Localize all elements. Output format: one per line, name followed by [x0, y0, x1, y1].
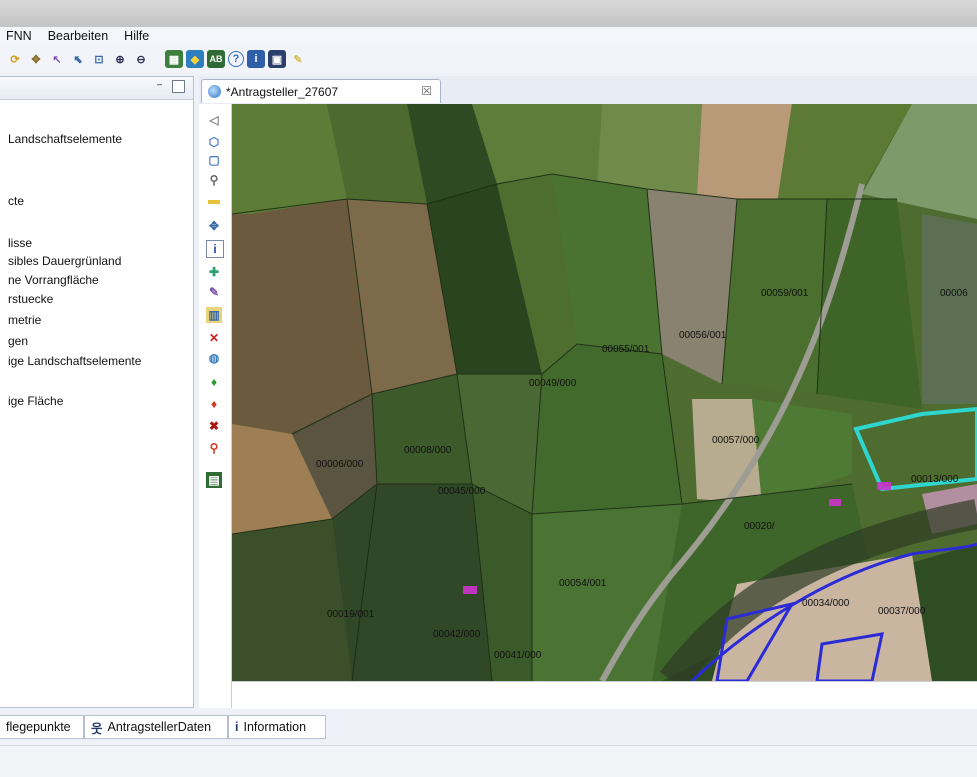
maximize-icon[interactable]	[172, 80, 185, 93]
zoom-in-icon[interactable]: ⊕	[111, 50, 129, 68]
map-view-icon[interactable]: ▦	[165, 50, 183, 68]
edit-feature-icon[interactable]: ✎	[206, 284, 222, 300]
delete-feature-icon[interactable]: ✕	[206, 330, 222, 346]
parcel-label: 00054/001	[559, 578, 607, 589]
menu-bar: FNN Bearbeiten Hilfe	[0, 27, 977, 45]
layer-icon[interactable]: ◆	[186, 50, 204, 68]
info-book-icon[interactable]: i	[247, 50, 265, 68]
info-icon: i	[235, 720, 239, 734]
parcel-label: 00059/001	[761, 288, 809, 299]
window-titlebar	[0, 0, 977, 27]
zoom-box-icon[interactable]: ⊡	[90, 50, 108, 68]
parcel-label: 00008/000	[404, 445, 452, 456]
parcel-label: 00013/000	[911, 474, 959, 485]
pointer-icon[interactable]: ↖	[48, 50, 66, 68]
tab-pflegepunkte[interactable]: flegepunkte	[0, 715, 84, 739]
menu-bearbeiten[interactable]: Bearbeiten	[48, 29, 108, 43]
tree-item[interactable]: cte	[8, 194, 24, 208]
main-toolbar: ⟳ ✥ ↖ ⬉ ⊡ ⊕ ⊖ ▦ ◆ AB ? i ▣ ✎	[0, 45, 977, 73]
minimize-icon[interactable]: –	[154, 80, 165, 91]
globe-tool-icon[interactable]: ◍	[206, 350, 222, 366]
menu-hilfe[interactable]: Hilfe	[124, 29, 149, 43]
parcel-label: 00041/000	[494, 650, 542, 661]
horizontal-scrollbar[interactable]	[232, 681, 977, 709]
menu-fnn[interactable]: FNN	[6, 29, 32, 43]
add-point-icon[interactable]: ♦	[206, 374, 222, 390]
tree-item[interactable]: gen	[8, 334, 28, 348]
refresh-icon[interactable]: ⟳	[6, 50, 24, 68]
editor-tab-bar: *Antragsteller_27607 ☒	[199, 76, 977, 105]
tab-antragsteller[interactable]: *Antragsteller_27607 ☒	[201, 79, 441, 103]
tree-item[interactable]: ne Vorrangfläche	[8, 273, 99, 287]
parcel-label: 00006	[940, 288, 968, 299]
split-icon[interactable]: ▥	[206, 307, 222, 323]
layer-tree: Landschaftselemente cte lisse sibles Dau…	[0, 100, 193, 408]
tab-title: *Antragsteller_27607	[226, 84, 339, 99]
tab-label: Information	[243, 720, 307, 734]
tab-label: AntragstellerDaten	[107, 720, 212, 734]
tab-label: flegepunkte	[6, 720, 71, 734]
parcel-label: 00019/001	[327, 609, 375, 620]
map-canvas[interactable]: 00059/001 00056/001 00055/001 00049/000 …	[232, 104, 977, 681]
zoom-out-icon[interactable]: ⊖	[132, 50, 150, 68]
parcel-label: 00045/000	[438, 486, 486, 497]
tree-item[interactable]: sibles Dauergrünland	[8, 254, 121, 268]
panel-header: –	[0, 77, 193, 100]
rectangle-select-icon[interactable]: ▢	[206, 152, 222, 168]
tree-item[interactable]: lisse	[8, 236, 32, 250]
polygon-icon[interactable]: ⬡	[206, 134, 222, 150]
marker-icon[interactable]: ⚲	[206, 440, 222, 456]
tree-item[interactable]: metrie	[8, 313, 41, 327]
map-tool-palette: ◁ ⬡ ▢ ⚲ ✥ i ✚ ✎ ▥ ✕ ◍ ♦ ♦ ✖ ⚲ ▤	[199, 104, 232, 708]
parcel-label: 00056/001	[679, 330, 727, 341]
globe-icon	[208, 85, 221, 98]
tree-item[interactable]: ige Fläche	[8, 394, 63, 408]
parcel-label: 00037/000	[878, 606, 926, 617]
tab-information[interactable]: i Information	[228, 715, 326, 739]
tree-item[interactable]: Landschaftselemente	[8, 132, 122, 146]
select-icon[interactable]: ⬉	[69, 50, 87, 68]
edit-pencil-icon[interactable]: ✎	[289, 50, 307, 68]
separator-icon	[208, 200, 220, 204]
info-icon[interactable]: i	[206, 240, 224, 258]
parcel-label: 00020/	[744, 521, 775, 532]
ab-icon[interactable]: AB	[207, 50, 225, 68]
tree-item[interactable]: ige Landschaftselemente	[8, 354, 141, 368]
collapse-arrow-icon[interactable]: ◁	[206, 112, 222, 128]
tools-icon[interactable]: ✥	[27, 50, 45, 68]
status-bar	[0, 745, 977, 777]
help-icon[interactable]: ?	[228, 51, 244, 67]
delete-point-icon[interactable]: ✖	[206, 418, 222, 434]
tab-antragstellerdaten[interactable]: 웃 AntragstellerDaten	[84, 715, 228, 739]
parcel-label: 00034/000	[802, 598, 850, 609]
parcel-label: 00049/000	[529, 378, 577, 389]
parcel-label: 00006/000	[316, 459, 364, 470]
bottom-view-tabs: flegepunkte 웃 AntragstellerDaten i Infor…	[0, 712, 977, 742]
parcel-label: 00042/000	[433, 629, 481, 640]
close-icon[interactable]: ☒	[421, 84, 432, 98]
person-icon: 웃	[91, 721, 103, 736]
aerial-map-view[interactable]: 00059/001 00056/001 00055/001 00049/000 …	[232, 104, 977, 681]
tree-item[interactable]: rstuecke	[8, 292, 53, 306]
remove-point-icon[interactable]: ♦	[206, 396, 222, 412]
magnifier-icon[interactable]: ⚲	[206, 172, 222, 188]
pan-icon[interactable]: ✥	[206, 218, 222, 234]
add-feature-icon[interactable]: ✚	[206, 264, 222, 280]
save-icon[interactable]: ▣	[268, 50, 286, 68]
parcel-label: 00057/000	[712, 435, 760, 446]
layer-tree-panel: – Landschaftselemente cte lisse sibles D…	[0, 76, 194, 708]
map-export-icon[interactable]: ▤	[206, 472, 222, 488]
parcel-label: 00055/001	[602, 344, 650, 355]
